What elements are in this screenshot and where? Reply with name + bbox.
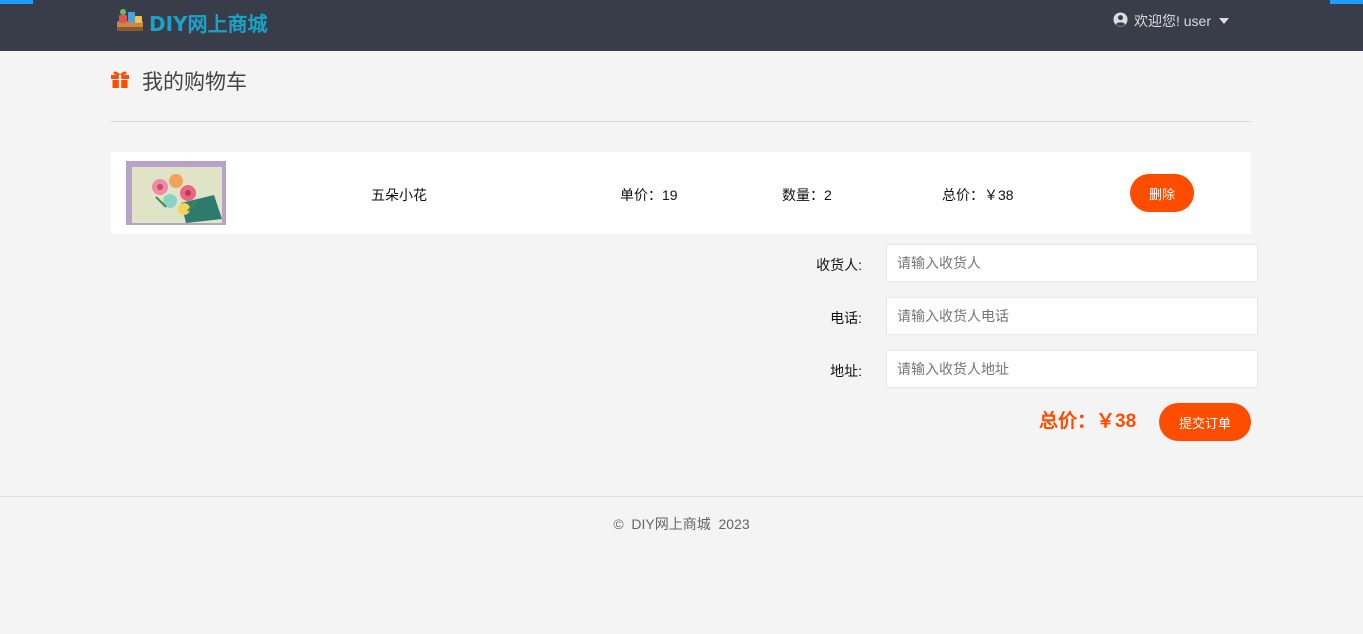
product-thumbnail[interactable] [126,161,226,225]
order-total: 总价：￥38 [1039,411,1137,432]
delete-button[interactable]: 删除 [1130,174,1194,212]
chevron-down-icon [1219,18,1229,24]
user-greeting: 欢迎您! user [1133,13,1211,29]
receiver-input[interactable] [886,244,1258,282]
user-circle-icon [1113,12,1128,30]
address-input[interactable] [886,350,1258,388]
quantity: 数量：2 [782,187,832,203]
page-title: 我的购物车 [142,71,247,94]
logo-text: DIY网上商城 [149,11,268,36]
phone-input[interactable] [886,297,1258,335]
product-name: 五朵小花 [371,187,427,203]
diy-logo-icon [115,7,145,38]
phone-label: 电话: [830,310,862,326]
user-menu[interactable]: 欢迎您! user [1113,12,1229,30]
page-heading: 我的购物车 [110,66,247,96]
address-label: 地址: [830,363,862,379]
footer-copyright: © DIY网上商城 2023 [613,516,750,532]
corner-accent-left [0,0,33,4]
corner-accent-right [1330,0,1363,4]
unit-price: 单价：19 [620,187,678,203]
heading-divider [111,121,1251,122]
receiver-label: 收货人: [816,257,862,273]
site-logo[interactable]: DIY网上商城 [115,8,268,36]
cart-item-row: 五朵小花 单价：19 数量：2 总价：￥38 删除 [111,152,1251,234]
submit-order-button[interactable]: 提交订单 [1159,403,1251,441]
gift-icon [110,70,130,93]
item-subtotal: 总价：￥38 [942,187,1014,203]
top-navbar: DIY网上商城 欢迎您! user [0,0,1363,51]
footer-divider [0,496,1363,497]
